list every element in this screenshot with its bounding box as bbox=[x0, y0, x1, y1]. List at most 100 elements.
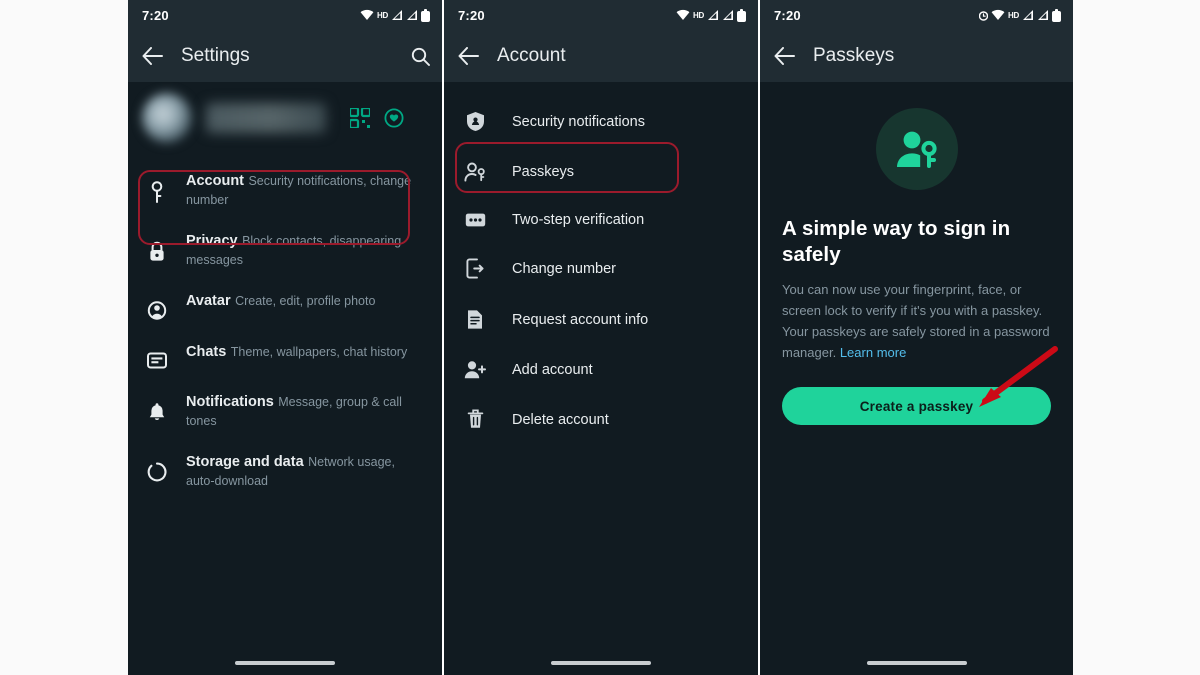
settings-item-subtitle: Theme, wallpapers, chat history bbox=[230, 345, 408, 359]
status-clock: 7:20 bbox=[458, 7, 485, 23]
page-title: Settings bbox=[181, 45, 250, 66]
settings-item-title: Notifications bbox=[186, 394, 274, 410]
passkeys-promo: A simple way to sign in safely You can n… bbox=[760, 108, 1073, 425]
signal-icon bbox=[406, 9, 418, 21]
battery-icon bbox=[1052, 8, 1061, 22]
person-key-icon bbox=[875, 108, 958, 190]
lock-icon bbox=[146, 231, 168, 262]
hd-icon: HD bbox=[377, 10, 388, 20]
home-indicator bbox=[866, 661, 967, 665]
settings-item-notifications[interactable]: Notifications Message, group & call tone… bbox=[128, 381, 442, 441]
key-icon bbox=[146, 171, 168, 203]
trash-icon bbox=[464, 409, 486, 430]
status-icons: HD bbox=[360, 8, 430, 22]
settings-item-title: Chats bbox=[186, 344, 227, 360]
settings-item-privacy[interactable]: Privacy Block contacts, disappearing mes… bbox=[128, 220, 442, 280]
settings-item-storage[interactable]: Storage and data Network usage, auto-dow… bbox=[128, 441, 442, 501]
settings-item-title: Storage and data bbox=[186, 454, 304, 470]
person-key-icon bbox=[464, 162, 486, 182]
profile-actions bbox=[350, 108, 404, 128]
account-list: Security notifications Passkeys Two-step… bbox=[444, 82, 758, 445]
search-icon[interactable] bbox=[411, 47, 430, 66]
account-item-two-step-verification[interactable]: Two-step verification bbox=[444, 197, 758, 243]
phone-screen-account: 7:20 HD Account Security notifications P… bbox=[444, 0, 758, 675]
two-step-icon bbox=[464, 212, 486, 228]
back-arrow-icon[interactable] bbox=[458, 47, 479, 65]
create-passkey-button[interactable]: Create a passkey bbox=[782, 387, 1051, 425]
account-item-change-number[interactable]: Change number bbox=[444, 243, 758, 294]
app-bar: Account bbox=[444, 30, 758, 82]
settings-item-avatar[interactable]: Avatar Create, edit, profile photo bbox=[128, 280, 442, 331]
account-item-label: Passkeys bbox=[512, 164, 575, 180]
wifi-icon bbox=[360, 9, 374, 21]
qr-code-icon[interactable] bbox=[350, 108, 370, 128]
profile-name-redacted bbox=[206, 103, 326, 133]
learn-more-link[interactable]: Learn more bbox=[840, 345, 906, 360]
profile-row[interactable] bbox=[128, 82, 442, 154]
account-item-add-account[interactable]: Add account bbox=[444, 345, 758, 394]
back-arrow-icon[interactable] bbox=[142, 47, 163, 65]
phone-screen-settings: 7:20 HD Settings Account Security notifi… bbox=[128, 0, 442, 675]
panel-divider bbox=[758, 0, 760, 675]
alarm-icon bbox=[979, 10, 989, 21]
promo-title: A simple way to sign in safely bbox=[782, 217, 1011, 266]
status-bar: 7:20 HD bbox=[444, 0, 758, 30]
hero-icon-wrap bbox=[782, 108, 1051, 190]
panel-divider bbox=[442, 0, 444, 675]
account-item-label: Change number bbox=[512, 260, 616, 277]
hd-icon: HD bbox=[1008, 10, 1019, 20]
settings-item-title: Account bbox=[186, 173, 244, 189]
account-item-label: Security notifications bbox=[512, 113, 645, 130]
avatar-icon bbox=[146, 291, 168, 320]
add-person-icon bbox=[464, 360, 486, 379]
bell-icon bbox=[146, 392, 168, 423]
page-title: Passkeys bbox=[813, 45, 895, 66]
storage-icon bbox=[146, 452, 168, 482]
promo-body: You can now use your fingerprint, face, … bbox=[782, 279, 1051, 363]
battery-icon bbox=[737, 8, 746, 22]
account-item-request-account-info[interactable]: Request account info bbox=[444, 294, 758, 345]
home-indicator bbox=[235, 661, 335, 665]
settings-item-title: Avatar bbox=[186, 293, 231, 309]
status-clock: 7:20 bbox=[142, 7, 169, 23]
hd-icon: HD bbox=[693, 10, 704, 20]
account-item-security-notifications[interactable]: Security notifications bbox=[444, 96, 758, 147]
account-item-delete-account[interactable]: Delete account bbox=[444, 394, 758, 445]
shield-icon bbox=[464, 111, 486, 132]
signal-icon bbox=[1037, 9, 1049, 21]
account-item-label: Add account bbox=[512, 361, 593, 378]
status-ring-icon[interactable] bbox=[384, 108, 404, 128]
chat-icon bbox=[146, 342, 168, 370]
signal-icon bbox=[707, 9, 719, 21]
status-icons: HD bbox=[676, 8, 746, 22]
settings-item-subtitle: Create, edit, profile photo bbox=[235, 294, 376, 308]
promo-body-text: You can now use your fingerprint, face, … bbox=[782, 282, 1050, 360]
battery-icon bbox=[421, 8, 430, 22]
settings-item-chats[interactable]: Chats Theme, wallpapers, chat history bbox=[128, 331, 442, 381]
wifi-icon bbox=[991, 9, 1005, 21]
account-item-passkeys[interactable]: Passkeys bbox=[444, 147, 758, 197]
screenshot-stage: 7:20 HD Settings Account Security notifi… bbox=[0, 0, 1200, 675]
app-bar: Settings bbox=[128, 30, 442, 82]
status-bar: 7:20 HD bbox=[760, 0, 1073, 30]
signal-icon bbox=[391, 9, 403, 21]
account-item-label: Delete account bbox=[512, 411, 609, 428]
app-bar: Passkeys bbox=[760, 30, 1073, 82]
status-icons: HD bbox=[979, 8, 1061, 22]
signal-icon bbox=[722, 9, 734, 21]
back-arrow-icon[interactable] bbox=[774, 47, 795, 65]
wifi-icon bbox=[676, 9, 690, 21]
document-icon bbox=[464, 309, 486, 330]
change-number-icon bbox=[464, 258, 486, 279]
signal-icon bbox=[1022, 9, 1034, 21]
status-bar: 7:20 HD bbox=[128, 0, 442, 30]
avatar[interactable] bbox=[142, 93, 192, 143]
settings-item-title: Privacy bbox=[186, 233, 238, 249]
settings-list: Account Security notifications, change n… bbox=[128, 154, 442, 501]
account-item-label: Two-step verification bbox=[512, 212, 645, 228]
status-clock: 7:20 bbox=[774, 7, 801, 23]
account-item-label: Request account info bbox=[512, 311, 649, 328]
home-indicator bbox=[551, 661, 651, 665]
page-title: Account bbox=[497, 45, 566, 66]
settings-item-account[interactable]: Account Security notifications, change n… bbox=[128, 160, 442, 220]
